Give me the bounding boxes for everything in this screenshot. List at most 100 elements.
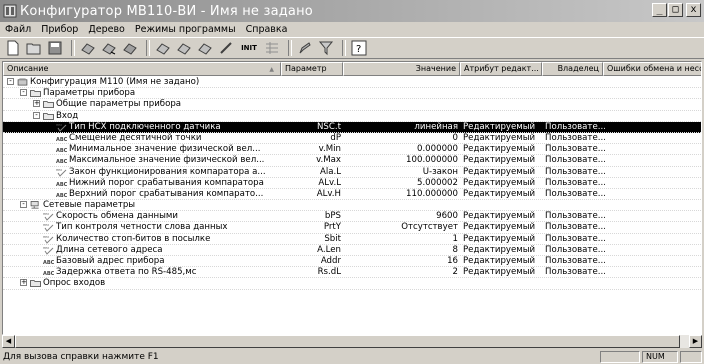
- row-value-cell[interactable]: 110.000000: [341, 189, 458, 200]
- read-all-button[interactable]: [121, 39, 139, 57]
- parameter-tree-list[interactable]: Описание ▲ Параметр Значение Атрибут ред…: [2, 61, 702, 335]
- minimize-button[interactable]: _: [652, 3, 667, 17]
- tree-row[interactable]: ABC Минимальное значение физической вел..…: [3, 144, 701, 156]
- menu-tree[interactable]: Дерево: [83, 24, 130, 35]
- row-value-cell[interactable]: 9600: [341, 211, 458, 222]
- row-description-cell: HEX Количество стоп-битов в посылке: [3, 234, 281, 245]
- row-value-cell[interactable]: 8: [341, 245, 458, 256]
- column-header-attribute[interactable]: Атрибут редакт...: [460, 62, 542, 76]
- row-value-cell[interactable]: 1: [341, 234, 458, 245]
- open-file-button[interactable]: [25, 39, 43, 57]
- column-header-value[interactable]: Значение: [343, 62, 460, 76]
- row-value-cell[interactable]: 2: [341, 267, 458, 278]
- save-file-button[interactable]: [46, 39, 64, 57]
- svg-text:ABC: ABC: [56, 182, 67, 188]
- menu-device[interactable]: Прибор: [36, 24, 83, 35]
- row-value-cell[interactable]: 0: [341, 133, 458, 144]
- toolbar-separator: [342, 40, 346, 56]
- collapse-node-button[interactable]: -: [20, 201, 27, 209]
- horizontal-scrollbar[interactable]: ◀ ▶: [2, 335, 702, 348]
- check-button[interactable]: [217, 39, 235, 57]
- tree-row[interactable]: HEX Тип контроля четности слова данных Prt…: [3, 222, 701, 234]
- tree-row[interactable]: ABC Задержка ответа по RS-485,мс Rs.dL 2 Ред…: [3, 267, 701, 279]
- row-value-cell[interactable]: 5.000002: [341, 178, 458, 189]
- collapse-node-button[interactable]: -: [33, 111, 40, 119]
- tree-row[interactable]: HEX Длина сетевого адреса A.Len 8 Редактируе…: [3, 244, 701, 256]
- folder-icon: [30, 280, 41, 288]
- svg-text:HEX: HEX: [43, 246, 49, 250]
- tree-row[interactable]: - Конфигурация М110 (Имя не задано): [3, 77, 701, 89]
- row-value-cell[interactable]: Отсутствует: [341, 222, 458, 233]
- row-label: Закон функционирования компаратора а...: [69, 166, 266, 177]
- tree-row[interactable]: - Параметры прибора: [3, 88, 701, 100]
- tree-row[interactable]: - Сетевые параметры: [3, 200, 701, 212]
- menu-help[interactable]: Справка: [241, 24, 293, 35]
- pencil-icon: [299, 42, 311, 54]
- init-button[interactable]: INIT: [238, 39, 260, 57]
- tree-row[interactable]: + Общие параметры прибора: [3, 99, 701, 111]
- row-label: Минимальное значение физической вел...: [69, 144, 261, 155]
- tree-row[interactable]: HEX Количество стоп-битов в посылке Sbit 1 Р…: [3, 234, 701, 245]
- edit-button[interactable]: [296, 39, 314, 57]
- tree-row[interactable]: ABC Верхний порог срабатывания компарато.…: [3, 188, 701, 201]
- tree-row[interactable]: ABC Максимальное значение физической вел.…: [3, 155, 701, 167]
- read-param-button[interactable]: [154, 39, 172, 57]
- menu-bar: Файл Прибор Дерево Режимы программы Справка: [0, 22, 704, 37]
- collapse-node-button[interactable]: -: [7, 78, 14, 85]
- scroll-right-button[interactable]: ▶: [689, 335, 702, 348]
- row-owner-cell: Пользовате...: [545, 144, 605, 155]
- tree-row[interactable]: HEX Тип НСХ подключенного датчика NSC.t лин…: [3, 121, 701, 133]
- tree-row[interactable]: HEX Закон функционирования компаратора а.…: [3, 166, 701, 178]
- row-parameter-cell: ALv.H: [316, 188, 341, 199]
- scroll-left-button[interactable]: ◀: [2, 335, 15, 348]
- open-folder-icon: [26, 43, 41, 55]
- tree-row[interactable]: ABC Смещение десятичной точки dP 0 Редактиру…: [3, 133, 701, 145]
- device-write-icon: [102, 43, 116, 55]
- app-window: Конфигуратор МВ110-ВИ - Имя не задано _ …: [0, 0, 704, 364]
- row-value-cell[interactable]: 100.000000: [341, 155, 458, 166]
- tree-row[interactable]: + Опрос входов: [3, 278, 701, 290]
- grid-button[interactable]: [263, 39, 281, 57]
- scroll-thumb[interactable]: [15, 335, 680, 348]
- row-value-cell[interactable]: 16: [341, 256, 458, 267]
- folder-icon: [43, 101, 54, 109]
- tree-row[interactable]: ABC Нижний порог срабатывания компаратора…: [3, 177, 701, 189]
- row-attribute-cell: Редактируемый: [463, 267, 536, 278]
- new-file-button[interactable]: [4, 39, 22, 57]
- column-header-errors[interactable]: Ошибки обмена и несоот: [603, 62, 701, 76]
- maximize-button[interactable]: □: [668, 3, 683, 17]
- row-owner-cell: Пользовате...: [545, 244, 605, 255]
- row-description-cell: HEX Закон функционирования компаратора а.…: [3, 167, 281, 178]
- compare-param-button[interactable]: [196, 39, 214, 57]
- expand-node-button[interactable]: +: [33, 100, 40, 108]
- tree-row[interactable]: ABC Базовый адрес прибора Addr 16 Редактируе…: [3, 256, 701, 268]
- row-value-cell[interactable]: линейная: [341, 122, 458, 133]
- row-parameter-cell: PrtY: [323, 222, 341, 233]
- row-attribute-cell: Редактируемый: [463, 211, 536, 222]
- write-param-button[interactable]: [175, 39, 193, 57]
- column-header-description[interactable]: Описание ▲: [3, 62, 281, 76]
- tree-row[interactable]: - Вход: [3, 111, 701, 122]
- write-device-button[interactable]: [100, 39, 118, 57]
- title-bar[interactable]: Конфигуратор МВ110-ВИ - Имя не задано _ …: [0, 0, 704, 22]
- svg-text:HEX: HEX: [43, 235, 49, 239]
- row-label: Скорость обмена данными: [56, 211, 178, 222]
- row-value-cell[interactable]: 0.000000: [341, 144, 458, 155]
- tree-row[interactable]: HEX Скорость обмена данными bPS 9600 Редакти…: [3, 211, 701, 223]
- row-attribute-cell: Редактируемый: [463, 166, 536, 177]
- help-button[interactable]: ?: [350, 39, 368, 57]
- column-header-parameter[interactable]: Параметр: [281, 62, 343, 76]
- device-icon: [17, 78, 28, 86]
- row-attribute-cell: Редактируемый: [463, 222, 536, 233]
- expand-node-button[interactable]: +: [20, 279, 27, 287]
- read-device-button[interactable]: [79, 39, 97, 57]
- filter-button[interactable]: [317, 39, 335, 57]
- list-header: Описание ▲ Параметр Значение Атрибут ред…: [3, 62, 701, 76]
- row-value-cell[interactable]: U-закон: [341, 167, 458, 178]
- menu-modes[interactable]: Режимы программы: [130, 24, 241, 35]
- collapse-node-button[interactable]: -: [20, 89, 27, 97]
- column-header-owner[interactable]: Владелец: [542, 62, 603, 76]
- menu-file[interactable]: Файл: [0, 24, 36, 35]
- row-attribute-cell: Редактируемый: [463, 177, 536, 188]
- close-button[interactable]: x: [686, 3, 701, 17]
